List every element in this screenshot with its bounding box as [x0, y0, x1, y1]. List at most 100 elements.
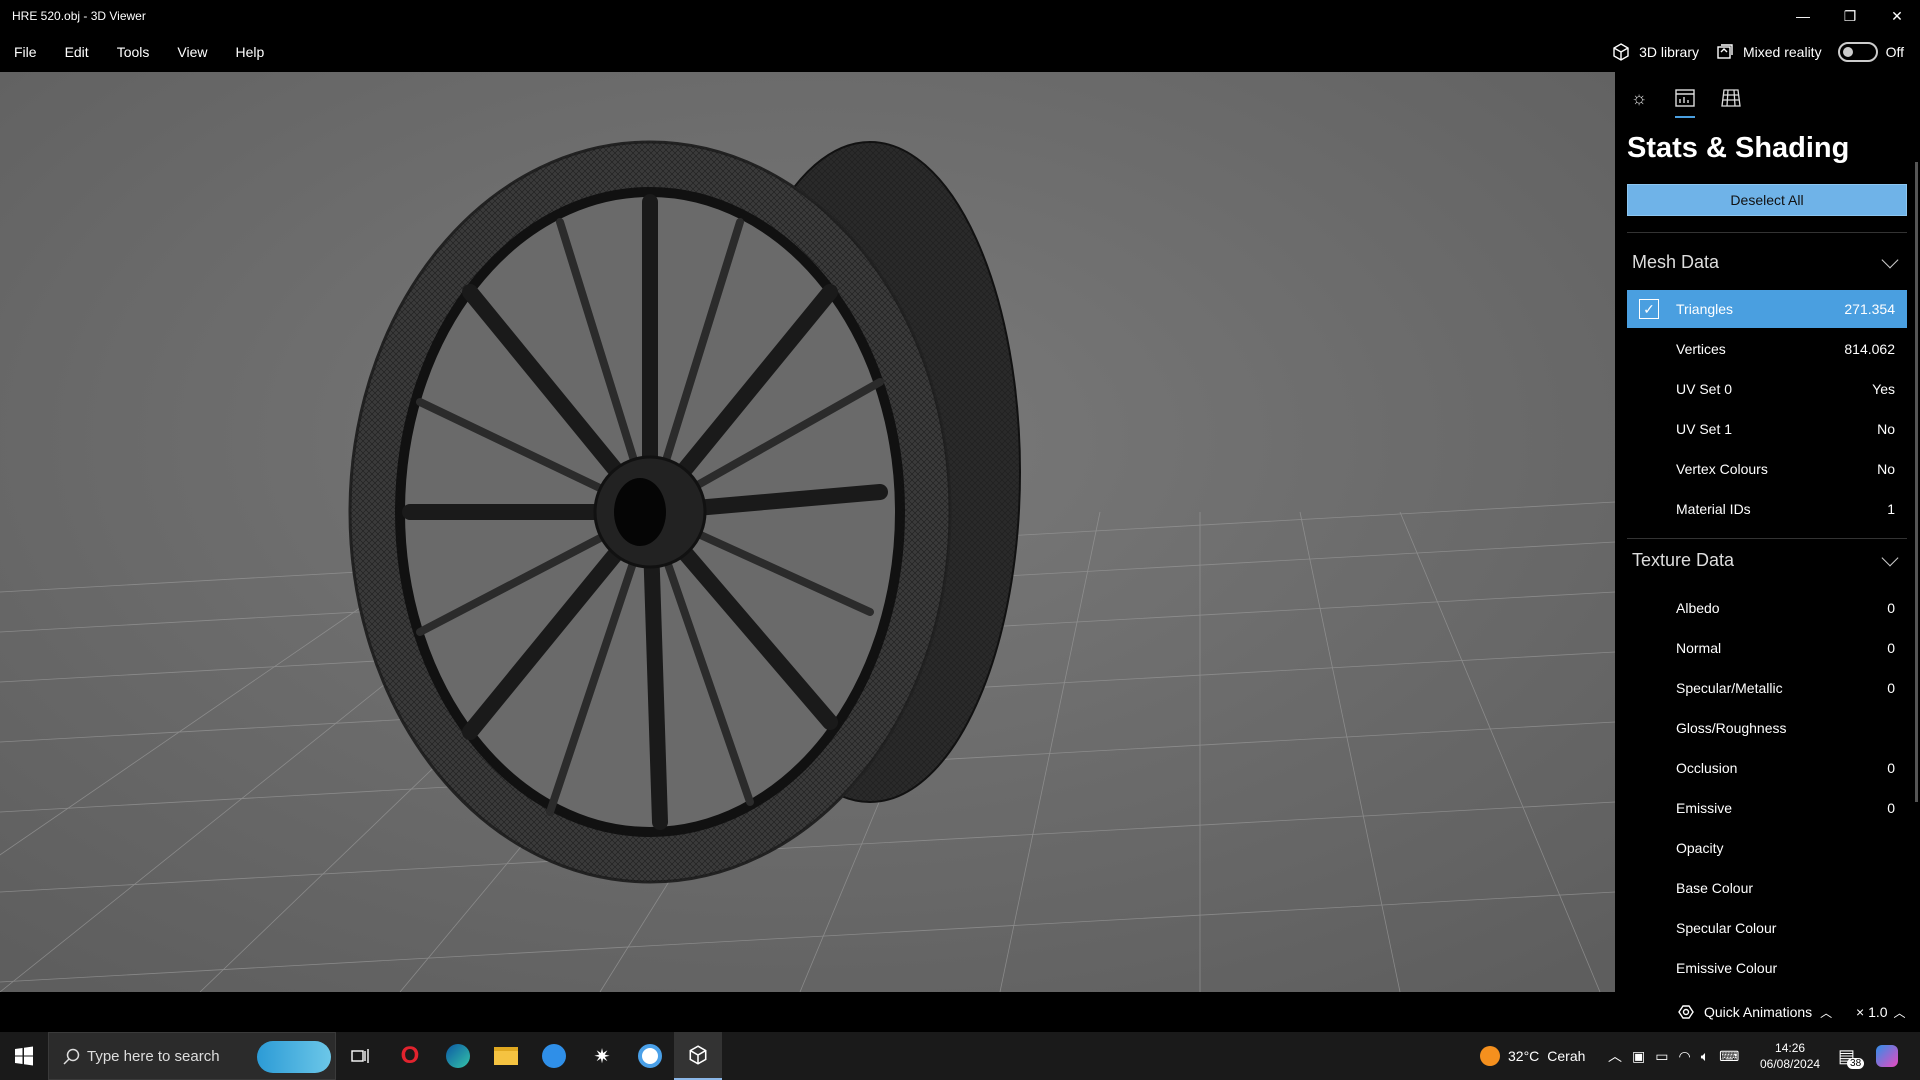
- taskbar: Type here to search O ✷ 32°C Cerah ︿ ▣ ▭…: [0, 1032, 1920, 1080]
- 3d-library-button[interactable]: 3D library: [1611, 42, 1699, 62]
- tab-mesh-grid[interactable]: [1719, 84, 1743, 112]
- row-value: No: [1877, 461, 1895, 477]
- texture-row-emissive-colour[interactable]: Emissive Colour: [1627, 949, 1907, 987]
- 3d-library-label: 3D library: [1639, 44, 1699, 60]
- app-claw[interactable]: ✷: [578, 1032, 626, 1080]
- window-title: HRE 520.obj - 3D Viewer: [12, 9, 146, 23]
- row-value: 0: [1887, 600, 1895, 616]
- row-value: No: [1877, 421, 1895, 437]
- divider: [1627, 232, 1907, 233]
- mixed-reality-toggle[interactable]: [1837, 42, 1878, 62]
- keyboard-icon: ⌨: [1719, 1047, 1740, 1064]
- texture-row-specular-colour[interactable]: Specular Colour: [1627, 909, 1907, 947]
- mesh-data-heading: Mesh Data: [1632, 252, 1720, 272]
- app-blue-circle[interactable]: [530, 1032, 578, 1080]
- texture-data-section[interactable]: Texture Data: [1632, 549, 1902, 571]
- viewport-scene: [0, 72, 1615, 992]
- notification-center[interactable]: ▤ 38: [1838, 1032, 1865, 1080]
- app-chromium[interactable]: [626, 1032, 674, 1080]
- texture-row-occlusion[interactable]: Occlusion 0: [1627, 749, 1907, 787]
- animation-bar: Quick Animations ︿ × 1.0 ︿: [0, 992, 1920, 1032]
- clock-date: 06/08/2024: [1760, 1057, 1821, 1071]
- system-tray[interactable]: ︿ ▣ ▭ ◠ 🔈︎ ⌨: [1608, 1032, 1739, 1080]
- copilot-button[interactable]: [1876, 1032, 1898, 1080]
- quick-animations-label: Quick Animations: [1704, 1004, 1813, 1020]
- folder-icon: [494, 1047, 518, 1065]
- menu-file[interactable]: File: [0, 32, 51, 72]
- mesh-row-uv-set-0[interactable]: UV Set 0 Yes: [1627, 370, 1907, 408]
- 3d-viewer-app[interactable]: [674, 1032, 722, 1080]
- file-explorer-app[interactable]: [482, 1032, 530, 1080]
- quick-animations-button[interactable]: Quick Animations ︿: [1676, 992, 1832, 1032]
- texture-row-normal[interactable]: Normal 0: [1627, 629, 1907, 667]
- texture-row-albedo[interactable]: Albedo 0: [1627, 589, 1907, 627]
- mesh-row-uv-set-1[interactable]: UV Set 1 No: [1627, 410, 1907, 448]
- row-label: Vertex Colours: [1676, 461, 1768, 477]
- tab-lighting[interactable]: ☼: [1627, 84, 1651, 112]
- menu-edit[interactable]: Edit: [51, 32, 103, 72]
- menu-view[interactable]: View: [163, 32, 221, 72]
- restore-button[interactable]: ❐: [1827, 0, 1873, 32]
- panel-scrollbar[interactable]: [1915, 162, 1918, 802]
- mesh-row-vertex-colours[interactable]: Vertex Colours No: [1627, 450, 1907, 488]
- clock[interactable]: 14:26 06/08/2024: [1760, 1032, 1820, 1080]
- edge-app[interactable]: [434, 1032, 482, 1080]
- close-button[interactable]: ✕: [1874, 0, 1920, 32]
- texture-data-heading: Texture Data: [1632, 550, 1735, 570]
- mesh-row-vertices[interactable]: Vertices 814.062: [1627, 330, 1907, 368]
- checkbox-checked-icon[interactable]: ✓: [1639, 299, 1659, 319]
- row-label: Triangles: [1676, 301, 1734, 317]
- tab-stats-shading[interactable]: [1673, 84, 1697, 118]
- sun-icon: ☼: [1630, 87, 1648, 108]
- row-label: Emissive Colour: [1676, 960, 1778, 976]
- row-label: Vertices: [1676, 341, 1726, 357]
- mesh-data-section[interactable]: Mesh Data: [1632, 251, 1902, 273]
- row-label: Gloss/Roughness: [1676, 720, 1787, 736]
- weather-desc: Cerah: [1547, 1048, 1586, 1064]
- start-button[interactable]: [0, 1032, 48, 1080]
- taskbar-search[interactable]: Type here to search: [48, 1032, 336, 1080]
- mixed-reality-button[interactable]: Mixed reality: [1715, 42, 1822, 62]
- texture-row-gloss-roughness[interactable]: Gloss/Roughness: [1627, 709, 1907, 747]
- row-label: Opacity: [1676, 840, 1724, 856]
- texture-row-base-colour[interactable]: Base Colour: [1627, 869, 1907, 907]
- 3d-viewport[interactable]: [0, 72, 1615, 992]
- texture-row-specular-metallic[interactable]: Specular/Metallic 0: [1627, 669, 1907, 707]
- row-value: 271.354: [1844, 301, 1895, 317]
- menu-help[interactable]: Help: [221, 32, 278, 72]
- texture-row-emissive[interactable]: Emissive 0: [1627, 789, 1907, 827]
- mesh-row-triangles[interactable]: ✓ Triangles 271.354: [1627, 290, 1907, 328]
- row-value: 0: [1887, 640, 1895, 656]
- task-view-button[interactable]: [336, 1032, 384, 1080]
- mesh-row-material-ids[interactable]: Material IDs 1: [1627, 490, 1907, 528]
- deselect-all-button[interactable]: Deselect All: [1627, 184, 1907, 216]
- search-placeholder: Type here to search: [87, 1047, 220, 1065]
- row-value: 0: [1887, 680, 1895, 696]
- app-icon: [638, 1044, 662, 1068]
- mixed-reality-state: Off: [1885, 44, 1904, 60]
- chevron-up-icon: ︿: [1820, 1005, 1833, 1020]
- edge-icon: [446, 1044, 470, 1068]
- menu-tools[interactable]: Tools: [103, 32, 164, 72]
- speed-control[interactable]: × 1.0 ︿: [1856, 992, 1906, 1032]
- wheel-model: [348, 140, 1021, 884]
- row-label: UV Set 0: [1676, 381, 1733, 397]
- texture-row-opacity[interactable]: Opacity: [1627, 829, 1907, 867]
- mixed-reality-label: Mixed reality: [1742, 44, 1822, 60]
- chevron-down-icon: [1881, 549, 1899, 566]
- row-label: Specular Colour: [1676, 920, 1777, 936]
- speed-label: × 1.0: [1856, 1004, 1888, 1020]
- weather-temp: 32°C: [1508, 1048, 1540, 1064]
- search-icon: [63, 1048, 80, 1065]
- weather-sun-icon: [1480, 1046, 1500, 1066]
- row-label: Specular/Metallic: [1676, 680, 1783, 696]
- opera-app[interactable]: O: [386, 1032, 434, 1080]
- weather-widget[interactable]: 32°C Cerah: [1480, 1032, 1585, 1080]
- minimize-button[interactable]: —: [1780, 0, 1826, 32]
- chevron-up-icon: ︿: [1608, 1048, 1622, 1064]
- row-value: 0: [1887, 760, 1895, 776]
- row-value: 1: [1887, 501, 1895, 517]
- windows-icon: [15, 1046, 33, 1066]
- row-value: 814.062: [1844, 341, 1895, 357]
- wifi-icon: ◠: [1678, 1047, 1691, 1064]
